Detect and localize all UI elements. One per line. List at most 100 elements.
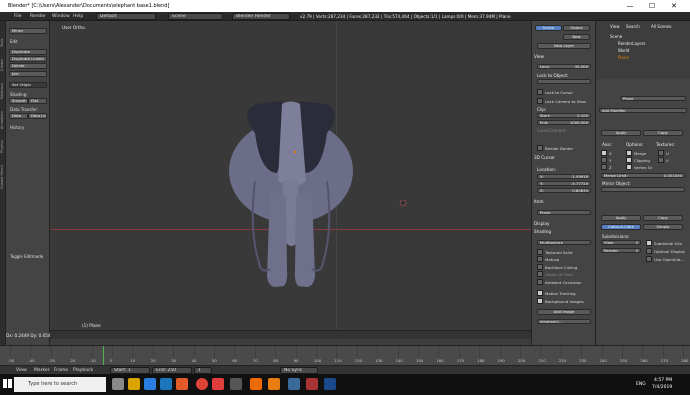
add-image-button[interactable]: Add Image bbox=[537, 309, 591, 315]
lock-cursor-checkbox[interactable]: Lock to Cursor bbox=[537, 89, 573, 95]
timeline-menu-view[interactable]: View bbox=[16, 368, 27, 373]
smooth-button[interactable]: Smooth bbox=[9, 98, 28, 104]
app-blue-icon[interactable] bbox=[288, 378, 300, 390]
outliner-display-select[interactable]: All Scenes bbox=[651, 24, 672, 29]
data-layout-button[interactable]: Data La bbox=[28, 113, 47, 119]
history-panel-label[interactable]: History bbox=[10, 125, 24, 130]
tab-scene[interactable]: Scene bbox=[535, 25, 562, 31]
render-border-checkbox[interactable]: Render Border bbox=[537, 145, 573, 151]
backface-culling-checkbox[interactable]: Backface Culling bbox=[537, 264, 577, 270]
timeline-menu-playback[interactable]: Playback bbox=[73, 368, 93, 373]
menu-render[interactable]: Render bbox=[30, 14, 46, 19]
start-frame-field[interactable]: Start: 1 bbox=[110, 367, 150, 374]
mirror-apply-button[interactable]: Apply bbox=[601, 130, 641, 136]
cursor-z-field[interactable]: Z: 0.60834 bbox=[537, 188, 591, 193]
maximize-button[interactable]: ☐ bbox=[642, 1, 662, 11]
opensubdiv-checkbox[interactable]: Use OpenSub... bbox=[646, 256, 684, 262]
chrome-icon[interactable] bbox=[196, 378, 208, 390]
shading-panel-header[interactable]: Shading bbox=[534, 229, 551, 234]
3d-viewport[interactable]: User Ortho (1) Plane Dx: 0.2449 Dy: 0.05… bbox=[6, 21, 531, 338]
outliner-item-plane[interactable]: Plane bbox=[618, 55, 629, 60]
catmull-clark-button[interactable]: Catmull-Clark bbox=[601, 224, 641, 230]
textured-solid-checkbox[interactable]: Textured Solid bbox=[537, 249, 572, 255]
minimize-button[interactable]: — bbox=[620, 1, 640, 11]
outliner-item-renderlayers[interactable]: RenderLayers bbox=[618, 41, 645, 46]
join-button[interactable]: Join bbox=[9, 71, 47, 77]
vertex-groups-checkbox[interactable]: Vertex Gr bbox=[626, 164, 652, 170]
language-indicator[interactable]: ENG bbox=[636, 382, 646, 387]
texture-u-checkbox[interactable]: U bbox=[658, 150, 669, 156]
cursor-x-field[interactable]: X: -1.59918 bbox=[537, 174, 591, 179]
blender-icon[interactable] bbox=[268, 378, 280, 390]
cursor-y-field[interactable]: Y: -5.77725 bbox=[537, 181, 591, 186]
clock-time[interactable]: 4:57 PM bbox=[654, 378, 672, 383]
merge-checkbox[interactable]: Merge bbox=[626, 150, 646, 156]
mirror-copy-button[interactable]: Copy bbox=[643, 130, 683, 136]
firefox-icon[interactable] bbox=[176, 378, 188, 390]
item-name-field[interactable]: Plane bbox=[537, 210, 591, 215]
matcap-checkbox[interactable]: Matcap bbox=[537, 256, 559, 262]
optimal-display-checkbox[interactable]: Optimal Display bbox=[646, 248, 685, 254]
sync-select[interactable]: No Sync bbox=[280, 367, 318, 374]
duplicate-button[interactable]: Duplicate bbox=[9, 49, 47, 55]
clipping-checkbox[interactable]: Clipping bbox=[626, 157, 650, 163]
edit-panel-label[interactable]: Edit bbox=[10, 39, 18, 44]
app-grey-icon[interactable] bbox=[230, 378, 242, 390]
clock-date[interactable]: 7/4/2019 bbox=[652, 385, 672, 390]
motion-tracking-checkbox[interactable]: Motion Tracking bbox=[537, 290, 576, 296]
vlc-icon[interactable] bbox=[250, 378, 262, 390]
engine-select[interactable]: Blender Render bbox=[232, 13, 290, 20]
axis-z-checkbox[interactable]: Z bbox=[601, 164, 612, 170]
view-levels-field[interactable]: View: 4 bbox=[601, 240, 641, 245]
timeline-menu-frame[interactable]: Frame bbox=[54, 368, 68, 373]
axis-x-checkbox[interactable]: X bbox=[601, 150, 612, 156]
data-button[interactable]: Data bbox=[9, 113, 28, 119]
timeline-menu-marker[interactable]: Marker bbox=[34, 368, 50, 373]
end-frame-field[interactable]: End: 250 bbox=[152, 367, 192, 374]
close-button[interactable]: ✕ bbox=[664, 1, 684, 11]
file-explorer-icon[interactable] bbox=[128, 378, 140, 390]
duplicate-linked-button[interactable]: Duplicate Linked bbox=[9, 56, 47, 62]
merge-limit-field[interactable]: Merge Limit: 0.001000 bbox=[601, 173, 685, 178]
app-navy-icon[interactable] bbox=[324, 378, 336, 390]
background-images-checkbox[interactable]: Background Images bbox=[537, 298, 584, 304]
item-panel-header[interactable]: Item bbox=[534, 199, 544, 204]
new-button[interactable]: New bbox=[563, 34, 590, 40]
shading-mode-select[interactable]: Multitexture bbox=[537, 240, 591, 245]
mirror-object-field[interactable] bbox=[601, 187, 685, 192]
delete-button[interactable]: Delete bbox=[9, 63, 47, 69]
subsurf-copy-button[interactable]: Copy bbox=[643, 215, 683, 221]
ambient-occlusion-checkbox[interactable]: Ambient Occlusion bbox=[537, 279, 581, 285]
axis-y-checkbox[interactable]: Y bbox=[601, 157, 611, 163]
outliner-item-world[interactable]: World bbox=[618, 48, 629, 53]
layout-select[interactable]: Default bbox=[96, 13, 156, 20]
toggle-editmode-label[interactable]: Toggle Editmode bbox=[10, 254, 43, 259]
current-frame-field[interactable]: 1 bbox=[194, 367, 212, 374]
menu-help[interactable]: Help bbox=[73, 14, 83, 19]
app-dark-red-icon[interactable] bbox=[306, 378, 318, 390]
outliner-search-menu[interactable]: Search bbox=[626, 24, 640, 29]
subsurf-apply-button[interactable]: Apply bbox=[601, 215, 641, 221]
task-view-icon[interactable] bbox=[112, 378, 124, 390]
new-layer-button[interactable]: New Layer bbox=[537, 43, 591, 49]
scene-select[interactable]: Scene bbox=[168, 13, 223, 20]
app-red-icon[interactable] bbox=[212, 378, 224, 390]
background-image-item[interactable]: elephant1... bbox=[537, 319, 591, 324]
store-icon[interactable] bbox=[144, 378, 156, 390]
windows-start-icon[interactable] bbox=[3, 379, 12, 388]
render-levels-field[interactable]: Render: 4 bbox=[601, 248, 641, 253]
clip-end-field[interactable]: End: 1000.000 bbox=[537, 120, 591, 125]
menu-window[interactable]: Window bbox=[52, 14, 70, 19]
simple-button[interactable]: Simple bbox=[643, 224, 683, 230]
flat-button[interactable]: Flat bbox=[28, 98, 47, 104]
3d-cursor-panel-header[interactable]: 3D Cursor bbox=[534, 155, 555, 160]
clip-start-field[interactable]: Start: 0.100 bbox=[537, 113, 591, 118]
view-panel-header[interactable]: View bbox=[534, 54, 544, 59]
lock-object-field[interactable] bbox=[537, 79, 591, 84]
timeline[interactable]: -50 -40 -30 -20 -10 0 10 20 30 40 50 60 70 80 90 100 110… bbox=[0, 345, 690, 365]
subdivide-uvs-checkbox[interactable]: Subdivide UVs bbox=[646, 240, 682, 246]
outliner-item-scene[interactable]: Scene bbox=[610, 34, 622, 39]
lock-camera-checkbox[interactable]: Lock Camera to View bbox=[537, 98, 586, 104]
elephant-mesh[interactable] bbox=[50, 21, 531, 330]
edge-icon[interactable] bbox=[160, 378, 172, 390]
